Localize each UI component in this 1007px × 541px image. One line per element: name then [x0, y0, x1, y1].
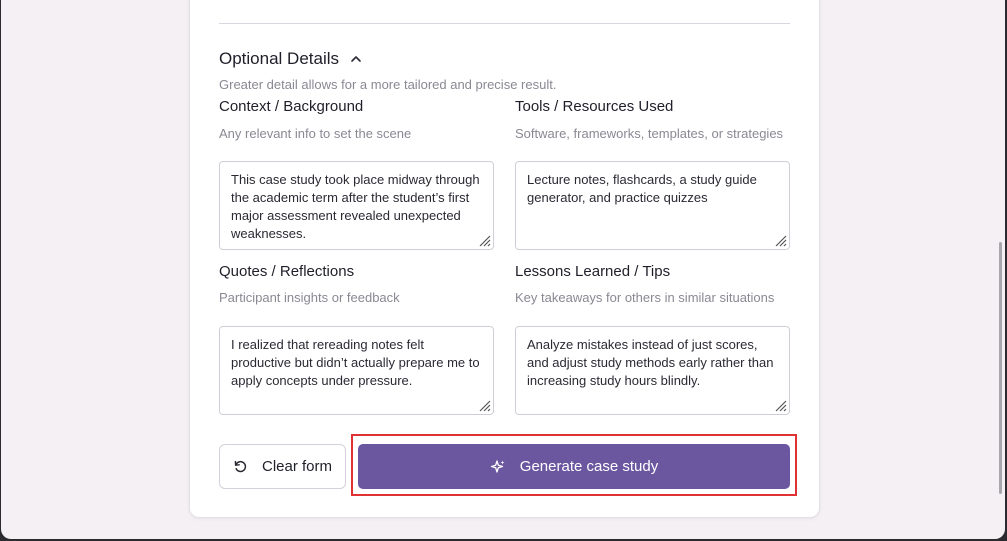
optional-details-header[interactable]: Optional Details [219, 49, 363, 69]
page-scrollbar[interactable] [999, 242, 1002, 494]
generate-case-study-label: Generate case study [519, 458, 659, 475]
case-study-form-card: Optional Details Greater detail allows f… [189, 0, 820, 518]
chevron-up-icon[interactable] [349, 52, 363, 66]
tools-help: Software, frameworks, templates, or stra… [515, 126, 784, 141]
resize-handle-icon[interactable] [774, 399, 787, 412]
tools-label: Tools / Resources Used [515, 98, 674, 115]
resize-handle-icon[interactable] [478, 234, 491, 247]
sparkles-icon [490, 459, 505, 473]
tools-value: Lecture notes, flashcards, a study guide… [527, 172, 757, 205]
tools-textarea[interactable]: Lecture notes, flashcards, a study guide… [515, 161, 790, 250]
optional-details-title: Optional Details [219, 49, 340, 68]
generate-case-study-button[interactable]: Generate case study [358, 444, 790, 489]
lessons-label: Lessons Learned / Tips [515, 263, 671, 280]
context-label: Context / Background [219, 98, 364, 115]
lessons-value: Analyze mistakes instead of just scores,… [527, 337, 774, 388]
page-viewport: Optional Details Greater detail allows f… [1, 0, 1005, 539]
resize-handle-icon[interactable] [478, 399, 491, 412]
quotes-textarea[interactable]: I realized that rereading notes felt pro… [219, 326, 494, 415]
clear-form-label: Clear form [261, 458, 332, 475]
resize-handle-icon[interactable] [774, 234, 787, 247]
rotate-ccw-icon [234, 460, 247, 473]
context-textarea[interactable]: This case study took place midway throug… [219, 161, 494, 250]
lessons-textarea[interactable]: Analyze mistakes instead of just scores,… [515, 326, 790, 415]
optional-details-subtitle: Greater detail allows for a more tailore… [219, 77, 557, 92]
quotes-label: Quotes / Reflections [219, 263, 355, 280]
clear-form-button[interactable]: Clear form [219, 444, 346, 489]
quotes-help: Participant insights or feedback [219, 290, 400, 305]
lessons-help: Key takeaways for others in similar situ… [515, 290, 775, 305]
section-divider [219, 23, 790, 24]
context-help: Any relevant info to set the scene [219, 126, 412, 141]
context-value: This case study took place midway throug… [231, 172, 480, 241]
quotes-value: I realized that rereading notes felt pro… [231, 337, 480, 388]
